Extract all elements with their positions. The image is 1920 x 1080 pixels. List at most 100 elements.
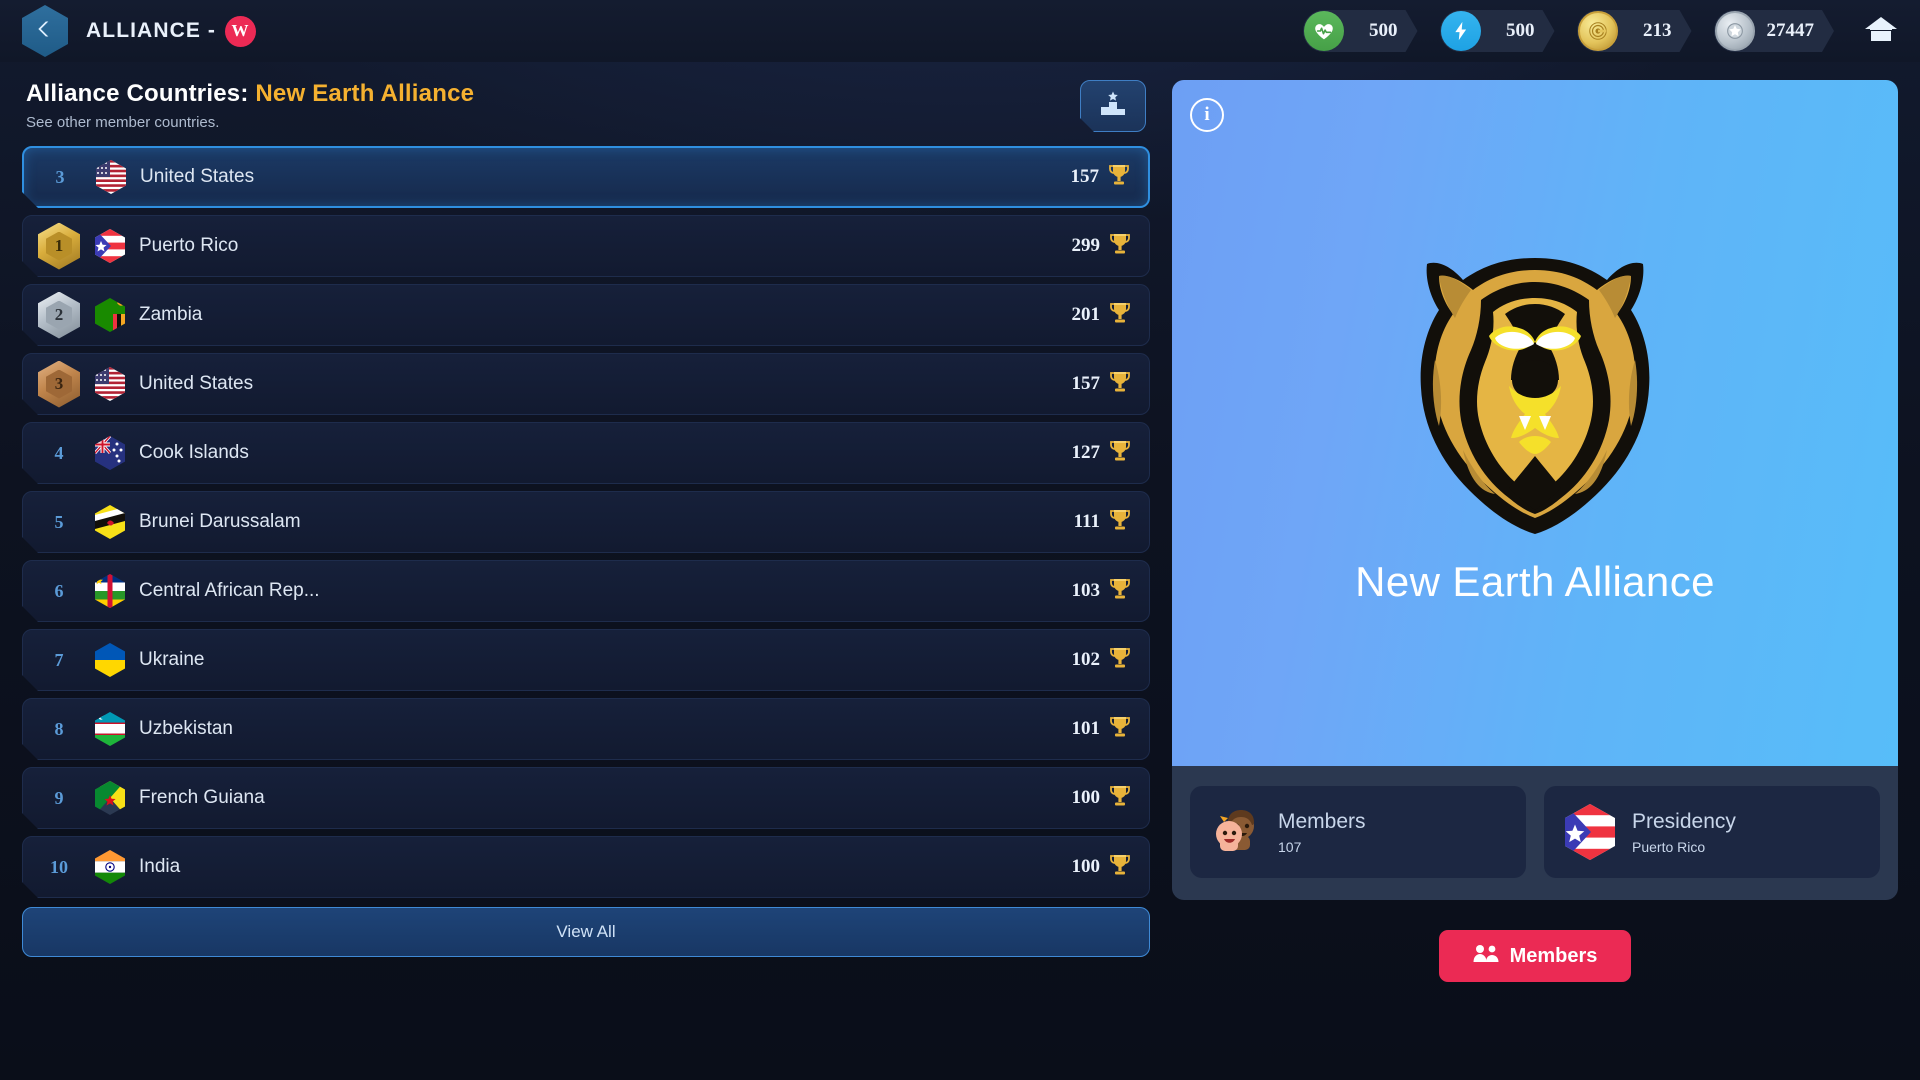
country-flag-icon bbox=[96, 160, 126, 194]
members-button[interactable]: Members bbox=[1438, 930, 1632, 982]
stat-members[interactable]: Members 107 bbox=[1190, 786, 1526, 878]
gold-coin-icon bbox=[1578, 11, 1618, 51]
resource-gold[interactable]: 213 bbox=[1577, 10, 1692, 52]
stat-members-value: 107 bbox=[1278, 838, 1302, 855]
info-circle-icon[interactable]: i bbox=[1190, 98, 1224, 132]
country-flag-icon bbox=[95, 505, 125, 539]
stat-presidency-label: Presidency bbox=[1632, 809, 1736, 833]
country-name: French Guiana bbox=[139, 787, 265, 808]
chevron-left-icon bbox=[35, 19, 55, 44]
country-score-value: 100 bbox=[1071, 856, 1100, 877]
country-score-value: 101 bbox=[1071, 718, 1100, 739]
country-score: 299 bbox=[1072, 232, 1150, 261]
country-list: 3 United States 157 1 Puerto Rico 299 2 Zambia 2… bbox=[22, 146, 1150, 898]
alliance-card: i New Earth Alliance Members 107 Preside… bbox=[1172, 80, 1898, 900]
home-icon bbox=[1864, 14, 1898, 49]
country-name: Uzbekistan bbox=[139, 718, 233, 739]
trophy-icon bbox=[1109, 232, 1131, 261]
rank-number: 5 bbox=[54, 511, 64, 532]
lion-head-logo bbox=[1385, 240, 1685, 540]
country-row[interactable]: 5 Brunei Darussalam 111 bbox=[22, 491, 1150, 553]
heartbeat-icon bbox=[1304, 11, 1344, 51]
resource-star[interactable]: 27447 bbox=[1714, 10, 1835, 52]
country-score: 102 bbox=[1072, 646, 1150, 675]
people-icon bbox=[1210, 806, 1262, 858]
country-row[interactable]: 4 Cook Islands 127 bbox=[22, 422, 1150, 484]
country-score-value: 100 bbox=[1071, 787, 1100, 808]
panel-title: Alliance Countries: New Earth Alliance bbox=[26, 80, 474, 108]
users-group-icon bbox=[1473, 943, 1499, 969]
country-flag-icon bbox=[95, 712, 125, 746]
rank-number: 10 bbox=[50, 856, 68, 877]
country-flag-icon bbox=[95, 436, 125, 470]
country-name: Cook Islands bbox=[139, 442, 249, 463]
country-score: 100 bbox=[1072, 853, 1150, 882]
trophy-icon bbox=[1109, 577, 1131, 606]
country-row[interactable]: 6 Central African Rep... 103 bbox=[22, 560, 1150, 622]
trophy-icon bbox=[1109, 646, 1131, 675]
rank-number: 3 bbox=[55, 166, 65, 187]
resource-star-value: 27447 bbox=[1766, 20, 1814, 41]
alliance-detail-panel: i New Earth Alliance Members 107 Preside… bbox=[1172, 80, 1898, 1080]
country-row[interactable]: 3 United States 157 bbox=[22, 353, 1150, 415]
lightning-bolt-icon bbox=[1441, 11, 1481, 51]
rankings-button[interactable] bbox=[1080, 80, 1146, 132]
country-row[interactable]: 7 Ukraine 102 bbox=[22, 629, 1150, 691]
trophy-icon bbox=[1109, 439, 1131, 468]
page-title: ALLIANCE - W bbox=[86, 15, 256, 47]
trophy-icon bbox=[1109, 853, 1131, 882]
country-flag-icon bbox=[95, 850, 125, 884]
page-title-text: ALLIANCE - bbox=[86, 19, 216, 42]
rank-medal-badge: 1 bbox=[23, 223, 95, 270]
panel-title-prefix: Alliance Countries: bbox=[26, 80, 249, 107]
rank-number: 7 bbox=[54, 649, 64, 670]
alliance-hero: i New Earth Alliance bbox=[1172, 80, 1898, 766]
country-score: 201 bbox=[1072, 301, 1150, 330]
country-row[interactable]: 2 Zambia 201 bbox=[22, 284, 1150, 346]
country-row[interactable]: 9 French Guiana 100 bbox=[22, 767, 1150, 829]
country-score: 157 bbox=[1071, 163, 1149, 192]
country-row[interactable]: 1 Puerto Rico 299 bbox=[22, 215, 1150, 277]
alliance-name: New Earth Alliance bbox=[1355, 558, 1715, 605]
puerto-rico-flag-icon bbox=[1564, 804, 1616, 860]
country-row[interactable]: 10 India 100 bbox=[22, 836, 1150, 898]
resource-energy[interactable]: 500 bbox=[1440, 10, 1555, 52]
rank-number: 6 bbox=[54, 580, 64, 601]
country-name: Brunei Darussalam bbox=[139, 511, 301, 532]
country-row[interactable]: 8 Uzbekistan 101 bbox=[22, 698, 1150, 760]
country-flag-icon bbox=[95, 229, 125, 263]
country-flag-icon bbox=[95, 643, 125, 677]
country-name: Puerto Rico bbox=[139, 235, 239, 256]
country-row[interactable]: 3 United States 157 bbox=[22, 146, 1150, 208]
country-name: India bbox=[139, 856, 181, 877]
members-button-label: Members bbox=[1509, 944, 1598, 967]
home-button[interactable] bbox=[1864, 14, 1898, 49]
podium-ranking-icon bbox=[1098, 90, 1128, 123]
main-stage: Alliance Countries: New Earth Alliance S… bbox=[0, 62, 1920, 1080]
resource-gold-value: 213 bbox=[1643, 20, 1672, 41]
resource-health-value: 500 bbox=[1369, 20, 1398, 41]
view-all-button[interactable]: View All bbox=[22, 907, 1150, 957]
country-flag-icon bbox=[95, 298, 125, 332]
panel-header: Alliance Countries: New Earth Alliance S… bbox=[22, 80, 1150, 146]
top-bar: ALLIANCE - W 500 500 213 27447 bbox=[0, 0, 1920, 62]
country-score: 157 bbox=[1072, 370, 1150, 399]
country-flag-icon bbox=[95, 574, 125, 608]
resource-energy-value: 500 bbox=[1506, 20, 1535, 41]
country-score-value: 111 bbox=[1073, 511, 1100, 532]
trophy-icon bbox=[1109, 715, 1131, 744]
country-name: Central African Rep... bbox=[139, 580, 320, 601]
rank-number: 4 bbox=[54, 442, 64, 463]
rank-number: 8 bbox=[54, 718, 64, 739]
country-score-value: 127 bbox=[1071, 442, 1100, 463]
stat-presidency[interactable]: Presidency Puerto Rico bbox=[1544, 786, 1880, 878]
alliance-initial-badge: W bbox=[225, 15, 256, 47]
rank-medal-badge: 3 bbox=[23, 361, 95, 408]
country-name: Zambia bbox=[139, 304, 203, 325]
back-button[interactable] bbox=[22, 5, 68, 57]
trophy-icon bbox=[1109, 784, 1131, 813]
country-score-value: 201 bbox=[1071, 304, 1100, 325]
resource-health[interactable]: 500 bbox=[1303, 10, 1418, 52]
resource-bar: 500 500 213 27447 bbox=[1303, 10, 1899, 52]
rank-medal-badge: 2 bbox=[23, 292, 95, 339]
